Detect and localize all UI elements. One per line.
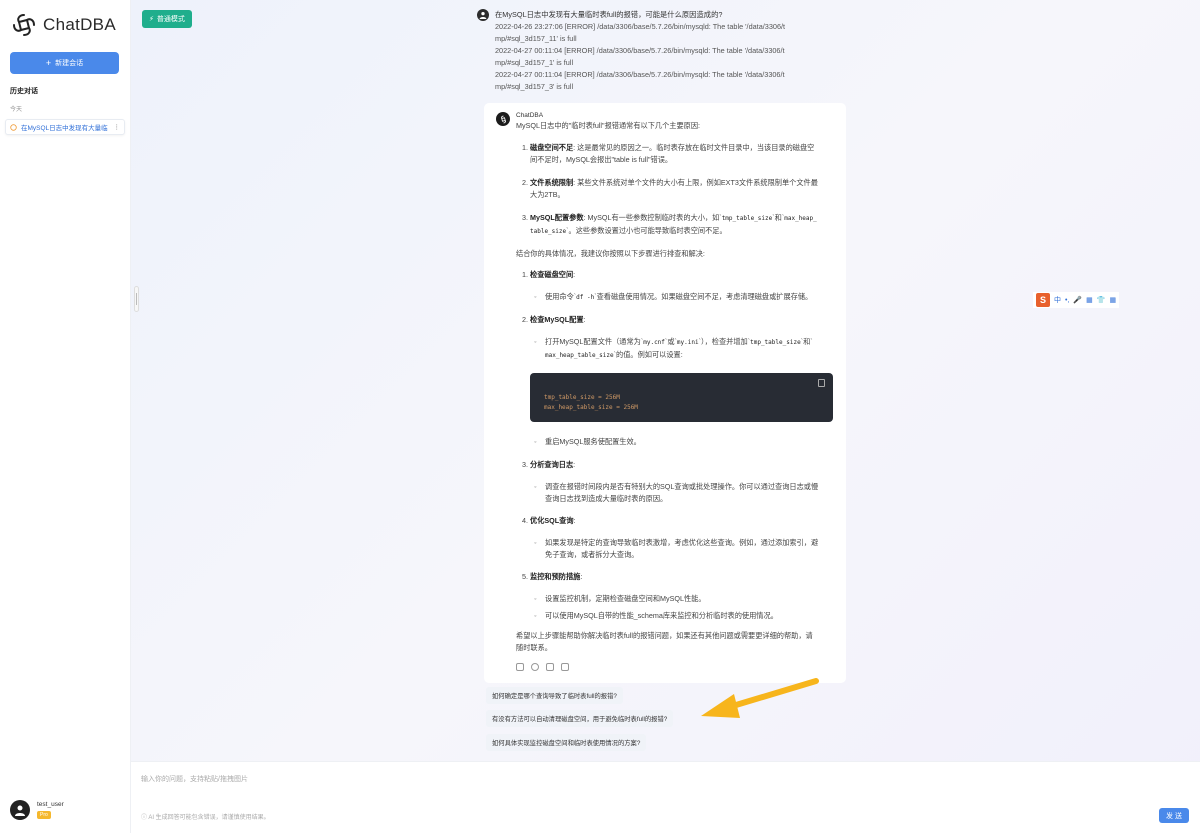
step-title: 4. 优化SQL查询: — [522, 516, 576, 525]
user-question: 在MySQL日志中发现有大量临时表full的报错，可能是什么原因造成的? — [495, 10, 723, 19]
arrow-annotation-icon — [701, 678, 819, 718]
suggestion-chip[interactable]: 有没有方法可以自动清理磁盘空间，用于避免临时表full的报错? — [486, 710, 674, 727]
message-actions — [516, 663, 569, 671]
step-title: 2. 检查MySQL配置: — [522, 315, 586, 324]
steps-intro: 结合你的具体情况，我建议你按照以下步骤进行排查和解决: — [516, 249, 705, 258]
history-item[interactable]: 在MySQL日志中发现有大量临 ⋮ — [5, 119, 125, 135]
user-avatar-icon — [477, 9, 489, 21]
skin-icon[interactable]: 👕 — [1097, 296, 1106, 304]
ime-language[interactable]: 中 — [1054, 295, 1061, 305]
thumbs-up-icon[interactable] — [546, 663, 554, 671]
chat-input[interactable]: 输入你的问题，支持粘贴/拖拽图片 — [141, 774, 248, 784]
disclaimer: ⓘ AI 生成回答可能包含错误，请谨慎使用结果。 — [141, 815, 270, 821]
step-bullet: 可以使用MySQL自带的性能_schema库来监控和分析临时表的使用情况。 — [516, 610, 834, 622]
history-item-label: 在MySQL日志中发现有大量临 — [21, 125, 108, 132]
step-bullet: 如果发现是特定的查询导致临时表激增，考虑优化这些查询。例如，通过添加索引，避免子… — [516, 537, 834, 561]
step-bullet: 使用命令`df -h`查看磁盘使用情况。如果磁盘空间不足，考虑清理磁盘或扩展存储… — [516, 291, 834, 304]
copy-icon[interactable] — [516, 663, 524, 671]
send-button[interactable]: 发 送 — [1159, 808, 1189, 823]
step-bullet: 调查在报错时间段内是否有特别大的SQL查询或批处理操作。你可以通过查询日志或慢查… — [516, 481, 834, 505]
log-line: 2022-04-27 00:11:04 [ERROR] /data/3306/b… — [495, 70, 785, 79]
bot-avatar-icon — [496, 112, 510, 126]
cause-item: 2. 文件系统限制: 某些文件系统对单个文件的大小有上限，例如EXT3文件系统限… — [522, 178, 818, 199]
code-block: tmp_table_size = 256M max_heap_table_siz… — [530, 373, 833, 422]
log-line: 2022-04-26 23:27:06 [ERROR] /data/3306/b… — [495, 22, 786, 31]
step-bullet: 重启MySQL服务使配置生效。 — [516, 436, 834, 448]
user-profile[interactable]: test_user Pro — [10, 800, 64, 820]
user-message: 在MySQL日志中发现有大量临时表full的报错，可能是什么原因造成的? 202… — [477, 9, 825, 93]
sidebar-collapse-handle[interactable] — [134, 286, 139, 312]
new-chat-label: 新建会话 — [55, 60, 84, 67]
pro-badge: Pro — [37, 811, 51, 819]
log-line: mp/#sql_3d157_1' is full — [495, 58, 574, 67]
username: test_user — [37, 801, 64, 808]
log-line: 2022-04-27 00:11:04 [ERROR] /data/3306/b… — [495, 46, 785, 55]
chat-bubble-icon — [10, 123, 17, 131]
history-group-today: 今天 — [10, 107, 23, 113]
step-title: 5. 监控和预防措施: — [522, 572, 583, 581]
avatar — [10, 800, 30, 820]
thumbs-down-icon[interactable] — [561, 663, 569, 671]
plus-icon: + — [45, 58, 52, 68]
log-line: mp/#sql_3d157_3' is full — [495, 82, 574, 91]
chatdba-logo-icon — [13, 14, 35, 36]
step-bullet: 打开MySQL配置文件（通常为`my.cnf`或`my.ini`），检查并增加`… — [516, 336, 834, 362]
step-title: 1. 检查磁盘空间: — [522, 270, 576, 279]
bot-intro: MySQL日志中的"临时表full"报错通常有以下几个主要原因: — [516, 121, 701, 130]
history-title: 历史对话 — [10, 88, 38, 95]
suggestion-chip[interactable]: 如何具体实现监控磁盘空间和临时表使用情况的方案? — [486, 734, 647, 751]
bolt-icon: ⚡ — [149, 16, 154, 23]
bot-message: ChatDBA MySQL日志中的"临时表full"报错通常有以下几个主要原因:… — [484, 103, 846, 683]
bot-name: ChatDBA — [516, 112, 544, 119]
more-options-icon[interactable]: ⋮ — [114, 123, 121, 131]
new-chat-button[interactable]: + 新建会话 — [10, 52, 119, 74]
cause-item: 1. 磁盘空间不足: 这是最常见的原因之一。临时表存放在临时文件目录中，当该目录… — [522, 143, 815, 164]
brand-logo: ChatDBA — [11, 12, 116, 38]
suggestion-chip[interactable]: 如何确定是哪个查询导致了临时表full的报错? — [486, 687, 623, 704]
code-line: max_heap_table_size = 256M — [544, 404, 638, 411]
keyboard-icon[interactable]: ▦ — [1086, 296, 1093, 304]
step-title: 3. 分析查询日志: — [522, 460, 576, 469]
cause-item: 3. MySQL配置参数: MySQL有一些参数控制临时表的大小，如`tmp_t… — [522, 213, 817, 235]
mode-button[interactable]: ⚡ 普通模式 — [142, 10, 192, 28]
code-line: tmp_table_size = 256M — [544, 394, 620, 401]
toolbox-icon[interactable]: ▦ — [1109, 296, 1116, 304]
ime-toolbar: S 中 •, 🎤 ▦ 👕 ▦ — [1033, 292, 1120, 308]
log-line: mp/#sql_3d157_11' is full — [495, 34, 577, 43]
sogou-logo-icon[interactable]: S — [1036, 293, 1050, 307]
copy-code-icon[interactable] — [818, 379, 825, 387]
user-icon — [15, 805, 25, 816]
refresh-icon[interactable] — [531, 663, 539, 671]
punctuation-icon[interactable]: •, — [1065, 297, 1069, 304]
chat-input-area: 输入你的问题，支持粘贴/拖拽图片 ⓘ AI 生成回答可能包含错误，请谨慎使用结果… — [131, 761, 1200, 833]
sidebar: ChatDBA + 新建会话 历史对话 今天 在MySQL日志中发现有大量临 ⋮… — [0, 0, 131, 833]
bot-outro: 希望以上步骤能帮助你解决临时表full的报错问题，如果还有其他问题或需要更详细的… — [516, 631, 813, 652]
brand-name: ChatDBA — [43, 15, 116, 34]
chat-main: ⚡ 普通模式 在MySQL日志中发现有大量临时表full的报错，可能是什么原因造… — [131, 0, 1200, 833]
step-bullet: 设置监控机制，定期检查磁盘空间和MySQL性能。 — [516, 593, 834, 605]
microphone-icon[interactable]: 🎤 — [1073, 296, 1082, 304]
mode-label: 普通模式 — [156, 16, 185, 23]
